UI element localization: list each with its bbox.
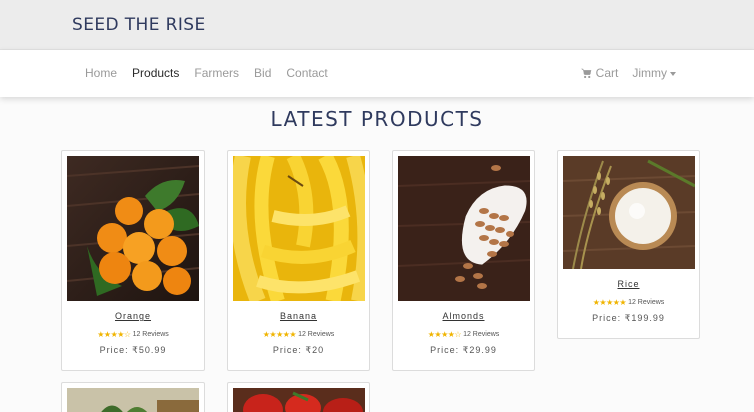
product-name[interactable]: Orange (62, 311, 204, 321)
review-count: 12 Reviews (463, 331, 500, 338)
nav-farmers[interactable]: Farmers (194, 66, 239, 80)
product-name[interactable]: Rice (558, 279, 699, 289)
review-count: 12 Reviews (628, 299, 665, 306)
nav-bid[interactable]: Bid (254, 66, 271, 80)
product-card-partial[interactable] (61, 382, 205, 412)
nav-right: Cart Jimmy (580, 66, 676, 80)
product-card-almonds[interactable]: Almonds ★★★★☆ 12 Reviews Price: ₹29.99 (392, 150, 535, 371)
rating-stars-icon: ★★★★★ (592, 298, 627, 307)
product-rating: ★★★★☆ 12 Reviews (62, 330, 204, 339)
product-price: Price: ₹29.99 (430, 345, 497, 355)
product-rating: ★★★★★ 12 Reviews (558, 298, 699, 307)
product-card-banana[interactable]: Banana ★★★★★ 12 Reviews Price: ₹20 (227, 150, 370, 371)
product-image-almonds (398, 156, 530, 301)
brand-logo-text[interactable]: SEED THE RISE (72, 15, 206, 35)
product-name[interactable]: Banana (228, 311, 369, 321)
review-count: 12 Reviews (298, 331, 335, 338)
user-name: Jimmy (632, 66, 667, 80)
chevron-down-icon (670, 71, 676, 76)
navbar: Home Products Farmers Bid Contact Cart J… (0, 50, 754, 97)
product-image-orange (67, 156, 199, 301)
product-image-banana (233, 156, 365, 301)
product-price: Price: ₹50.99 (99, 345, 167, 355)
product-rating: ★★★★☆ 12 Reviews (393, 330, 534, 339)
product-card-rice[interactable]: Rice ★★★★★ 12 Reviews Price: ₹199.99 (557, 150, 700, 339)
nav-links: Home Products Farmers Bid Contact (85, 66, 328, 80)
cart-label: Cart (595, 66, 619, 80)
nav-products[interactable]: Products (132, 66, 179, 80)
product-rating: ★★★★★ 12 Reviews (228, 330, 369, 339)
product-name[interactable]: Almonds (393, 311, 534, 321)
cart-link[interactable]: Cart (580, 66, 619, 80)
user-menu-toggle[interactable]: Jimmy (632, 66, 676, 80)
product-image-rice (563, 156, 695, 269)
rating-stars-icon: ★★★★★ (262, 330, 297, 339)
page-title: LATEST PRODUCTS (270, 107, 484, 131)
product-image (233, 388, 365, 412)
product-image (67, 388, 199, 412)
product-card-orange[interactable]: Orange ★★★★☆ 12 Reviews Price: ₹50.99 (61, 150, 205, 371)
top-header: SEED THE RISE (0, 0, 754, 50)
nav-contact[interactable]: Contact (286, 66, 327, 80)
review-count: 12 Reviews (132, 331, 169, 338)
product-card-partial[interactable] (227, 382, 370, 412)
product-price: Price: ₹20 (272, 345, 325, 355)
shopping-cart-icon (580, 68, 591, 78)
product-price: Price: ₹199.99 (592, 313, 665, 323)
nav-home[interactable]: Home (85, 66, 117, 80)
rating-stars-icon: ★★★★☆ (427, 330, 462, 339)
rating-stars-icon: ★★★★☆ (97, 330, 131, 339)
